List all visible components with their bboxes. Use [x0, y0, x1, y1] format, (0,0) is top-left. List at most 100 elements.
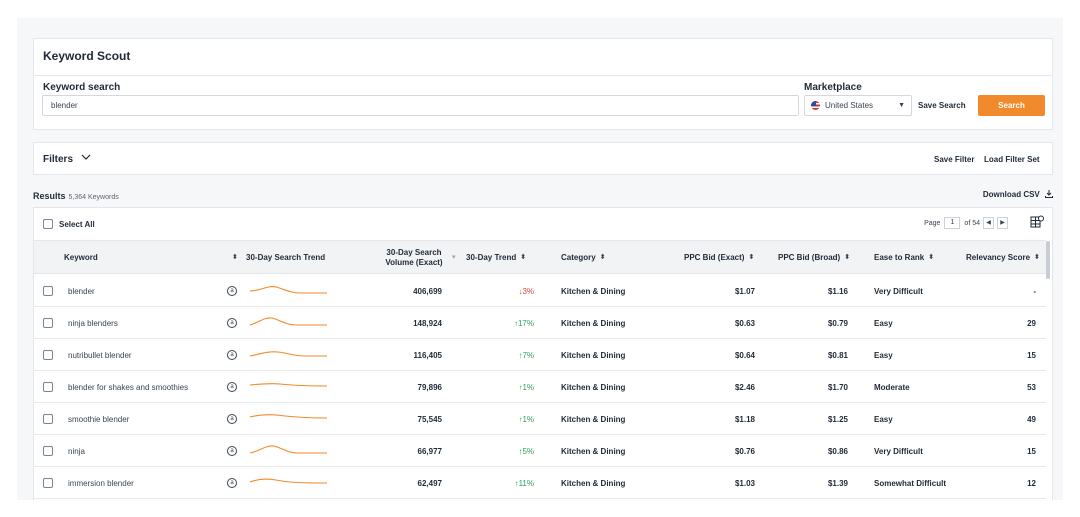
ppc-exact-cell: $1.07 — [734, 286, 755, 296]
table-row[interactable]: blender a 406,699 ↓ 3% Kitchen & Dining $… — [34, 275, 1046, 307]
column-trend[interactable]: 30-Day Trend ⬍ — [466, 241, 556, 274]
keyword-cell: smoothie blender — [68, 414, 130, 424]
table-row[interactable]: nutribullet blender a 116,405 ↑ 7% Kitche… — [34, 339, 1046, 371]
results-count: 5,364 Keywords — [68, 194, 119, 201]
ease-cell: Easy — [874, 350, 893, 360]
column-ease[interactable]: Ease to Rank ⬍ — [874, 241, 964, 274]
sort-icon[interactable]: ⬍ — [1034, 253, 1040, 263]
page-input[interactable]: 1 — [944, 217, 961, 229]
prev-page-icon[interactable]: ◀ — [983, 217, 994, 229]
amazon-link-icon[interactable]: a — [227, 446, 237, 456]
column-keyword[interactable]: Keyword ⬍ — [64, 241, 238, 274]
keyword-cell: ninja — [68, 446, 85, 456]
trend-value: 7% — [522, 350, 534, 360]
column-settings-icon[interactable] — [1030, 215, 1044, 229]
table-row[interactable]: ninja blenders a 148,924 ↑ 17% Kitchen & … — [34, 307, 1046, 339]
column-relevancy[interactable]: Relevancy Score ⬍ — [966, 241, 1046, 274]
ease-cell: Very Difficult — [874, 446, 923, 456]
keyword-search-input[interactable]: blender — [42, 95, 799, 116]
amazon-link-icon[interactable]: a — [227, 414, 237, 424]
table-row[interactable]: immersion blender a 62,497 ↑ 11% Kitchen … — [34, 467, 1046, 499]
amazon-link-icon[interactable]: a — [227, 478, 237, 488]
column-category[interactable]: Category ⬍ — [561, 241, 681, 274]
column-label: Ease to Rank — [874, 252, 925, 262]
pagination: Page 1 of 54 ◀ ▶ — [924, 217, 1008, 229]
download-icon — [1045, 190, 1053, 198]
amazon-link-icon[interactable]: a — [227, 286, 237, 296]
amazon-link-icon[interactable]: a — [227, 318, 237, 328]
table-row[interactable]: ninja a 66,977 ↑ 5% Kitchen & Dining $0.7… — [34, 435, 1046, 467]
amazon-link-icon[interactable]: a — [227, 382, 237, 392]
keyword-cell: blender for shakes and smoothies — [68, 382, 189, 392]
select-all-row: Select All Page 1 of 54 ◀ ▶ — [34, 208, 1052, 240]
column-label: 30-Day Search Volume (Exact) — [385, 247, 443, 267]
volume-cell: 148,924 — [413, 318, 442, 328]
column-label: Category — [561, 252, 596, 262]
divider — [34, 75, 1052, 76]
row-checkbox[interactable] — [43, 350, 53, 360]
download-csv-button[interactable]: Download CSV — [983, 190, 1053, 199]
row-checkbox[interactable] — [43, 286, 53, 296]
row-checkbox[interactable] — [43, 446, 53, 456]
relevancy-cell: 49 — [1027, 414, 1036, 424]
results-heading: Results 5,364 Keywords — [33, 191, 119, 201]
search-trend-sparkline — [250, 478, 328, 484]
trend-cell: ↓ 3% — [494, 275, 534, 307]
volume-cell: 79,896 — [417, 382, 442, 392]
column-label: Keyword — [64, 252, 98, 262]
trend-cell: ↑ 1% — [494, 403, 534, 435]
marketplace-select[interactable]: United States ▼ — [804, 95, 912, 116]
search-trend-sparkline — [250, 351, 327, 357]
table-scrollbar[interactable] — [1046, 241, 1050, 279]
sort-icon[interactable]: ⬍ — [600, 253, 606, 263]
column-ppc-exact[interactable]: PPC Bid (Exact) ⬍ — [684, 241, 774, 274]
ppc-broad-cell: $0.81 — [827, 350, 848, 360]
next-page-icon[interactable]: ▶ — [997, 217, 1008, 229]
row-checkbox[interactable] — [43, 318, 53, 328]
relevancy-cell: 15 — [1027, 350, 1036, 360]
save-filter-button[interactable]: Save Filter — [934, 155, 974, 164]
page-label: Page — [924, 219, 941, 227]
app-canvas: Keyword Scout Keyword search Marketplace… — [17, 18, 1063, 500]
category-cell: Kitchen & Dining — [561, 414, 626, 424]
table-row[interactable]: blender for shakes and smoothies a 79,89… — [34, 371, 1046, 403]
select-all-label: Select All — [59, 220, 95, 229]
row-checkbox[interactable] — [43, 382, 53, 392]
save-search-button[interactable]: Save Search — [918, 101, 966, 110]
volume-cell: 75,545 — [417, 414, 442, 424]
ppc-exact-cell: $0.76 — [734, 446, 755, 456]
ease-cell: Very Difficult — [874, 286, 923, 296]
results-table: Select All Page 1 of 54 ◀ ▶ Keyword ⬍ 30… — [33, 207, 1053, 500]
amazon-link-icon[interactable]: a — [227, 350, 237, 360]
select-all-checkbox[interactable] — [43, 219, 53, 229]
sort-icon[interactable]: ⬍ — [844, 253, 850, 263]
ease-cell: Easy — [874, 414, 893, 424]
sort-icon[interactable]: ▾ — [452, 253, 456, 263]
search-trend-sparkline — [250, 317, 327, 326]
sort-icon[interactable]: ⬍ — [928, 253, 934, 263]
row-checkbox[interactable] — [43, 478, 53, 488]
category-cell: Kitchen & Dining — [561, 382, 626, 392]
filters-panel[interactable]: Filters Save Filter Load Filter Set — [33, 142, 1053, 175]
sort-icon[interactable]: ⬍ — [520, 253, 526, 263]
table-row[interactable]: smoothie blender a 75,545 ↑ 1% Kitchen & … — [34, 403, 1046, 435]
sort-icon[interactable]: ⬍ — [748, 253, 754, 263]
ppc-exact-cell: $2.46 — [734, 382, 755, 392]
search-trend-sparkline — [250, 414, 328, 419]
column-ppc-broad[interactable]: PPC Bid (Broad) ⬍ — [778, 241, 868, 274]
filters-label: Filters — [43, 154, 74, 165]
load-filter-set-button[interactable]: Load Filter Set — [984, 155, 1040, 164]
trend-cell: ↑ 7% — [494, 339, 534, 371]
chevron-down-icon[interactable] — [81, 152, 91, 162]
ppc-broad-cell: $1.70 — [827, 382, 848, 392]
sort-icon[interactable]: ⬍ — [232, 253, 238, 263]
column-volume[interactable]: 30-Day Search Volume (Exact) ▾ — [378, 241, 468, 274]
search-button[interactable]: Search — [978, 95, 1045, 116]
category-cell: Kitchen & Dining — [561, 286, 626, 296]
row-checkbox[interactable] — [43, 414, 53, 424]
ppc-broad-cell: $1.39 — [827, 478, 848, 488]
keyword-cell: nutribullet blender — [68, 350, 132, 360]
trend-value: 3% — [522, 286, 534, 296]
trend-value: 17% — [517, 318, 534, 328]
volume-cell: 116,405 — [413, 350, 442, 360]
